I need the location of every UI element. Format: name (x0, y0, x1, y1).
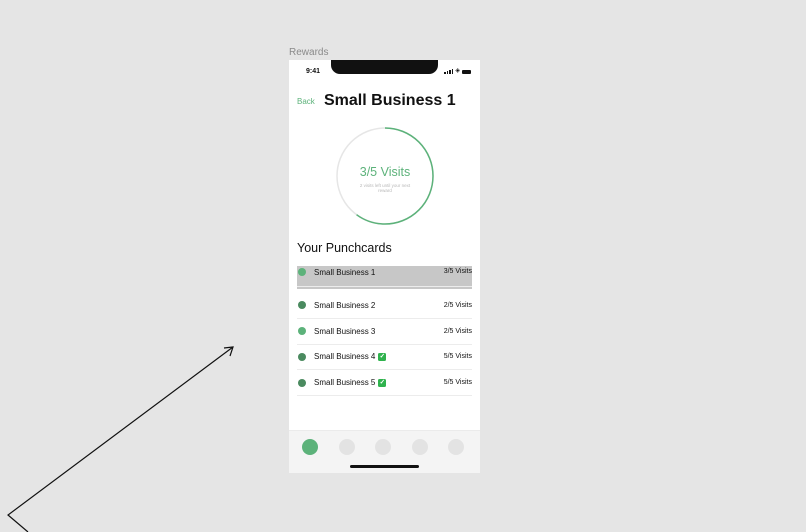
arrow-annotation (7, 346, 234, 532)
arrow-line (7, 346, 234, 532)
